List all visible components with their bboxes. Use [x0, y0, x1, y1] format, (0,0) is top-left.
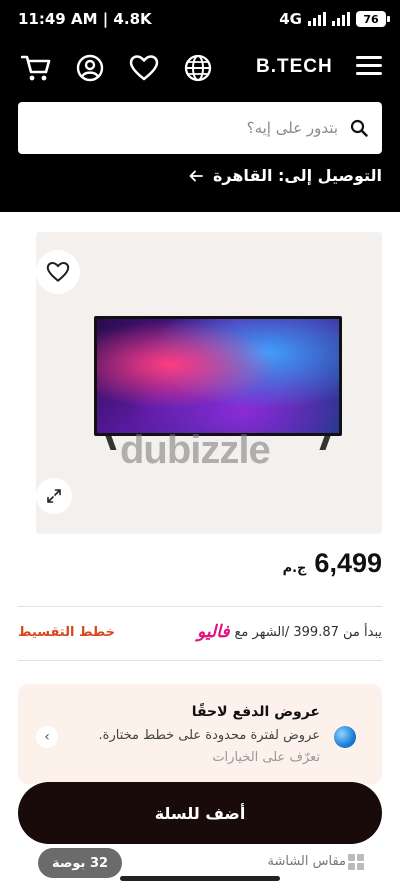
heart-icon[interactable] — [128, 52, 160, 84]
valu-logo: فاليو — [197, 622, 230, 641]
arrow-left-icon — [189, 170, 203, 181]
add-to-cart-button[interactable]: أضف للسلة — [18, 782, 382, 844]
status-bar: 11:49 AM | 4.8K 4G 76 — [0, 0, 400, 38]
search-icon — [350, 119, 368, 137]
product-price: 6,499 ج.م — [283, 548, 382, 579]
product-image-card[interactable]: dubizzle — [36, 232, 382, 534]
delivery-location[interactable]: التوصيل إلى: القاهرة — [189, 166, 382, 185]
favorite-button[interactable] — [36, 250, 80, 294]
offer-description: عروض لفترة محدودة على خطط مختارة. — [98, 728, 320, 743]
delivery-text: التوصيل إلى: القاهرة — [212, 166, 382, 185]
installment-start-text: يبدأ من 399.87 /الشهر مع — [234, 624, 382, 640]
expand-icon — [47, 489, 61, 503]
provider-logo-icon — [334, 726, 356, 748]
price-currency: ج.م — [282, 561, 307, 576]
globe-icon[interactable] — [182, 52, 214, 84]
installment-plans-link[interactable]: خطط التقسيط — [18, 625, 115, 640]
status-time: 11:49 AM | 4.8K — [18, 10, 152, 28]
tv-stand-right — [319, 436, 331, 450]
price-value: 6,499 — [314, 548, 382, 578]
cart-icon[interactable] — [20, 52, 52, 84]
installment-row: يبدأ من 399.87 /الشهر مع فاليو خطط التقس… — [18, 622, 382, 642]
account-icon[interactable] — [74, 52, 106, 84]
installment-info: يبدأ من 399.87 /الشهر مع فاليو — [197, 622, 382, 642]
tv-stand-left — [105, 436, 117, 450]
spec-screen-size: مقاس الشاشة 32 بوصة — [18, 846, 382, 880]
pay-later-offer-card[interactable]: عروض الدفع لاحقًا عروض لفترة محدودة على … — [18, 684, 382, 784]
offer-learn-more[interactable]: تعرّف على الخيارات — [212, 750, 320, 765]
grid-icon — [348, 854, 364, 870]
brand-logo[interactable]: B.TECH — [256, 56, 333, 78]
product-image — [94, 316, 342, 436]
header-icon-group — [20, 52, 214, 84]
offer-title: عروض الدفع لاحقًا — [191, 704, 320, 720]
spec-value-chip[interactable]: 32 بوصة — [38, 848, 122, 878]
spec-label: مقاس الشاشة — [267, 854, 347, 869]
divider — [18, 660, 382, 661]
search-bar[interactable] — [18, 102, 382, 154]
status-indicators: 4G 76 — [279, 10, 390, 28]
battery-icon: 76 — [356, 11, 390, 27]
search-input[interactable] — [32, 119, 338, 137]
signal-icon-secondary — [332, 12, 350, 26]
expand-image-button[interactable] — [36, 478, 72, 514]
home-indicator[interactable] — [120, 876, 280, 881]
image-watermark: dubizzle — [120, 428, 271, 472]
chevron-left-icon[interactable]: ‹ — [36, 726, 58, 748]
network-type: 4G — [279, 10, 302, 28]
site-header: B.TECH التوصيل إلى: القاهرة — [0, 38, 400, 212]
signal-icon — [308, 12, 326, 26]
divider — [18, 606, 382, 607]
heart-outline-icon — [46, 261, 70, 282]
menu-icon[interactable] — [356, 56, 382, 78]
